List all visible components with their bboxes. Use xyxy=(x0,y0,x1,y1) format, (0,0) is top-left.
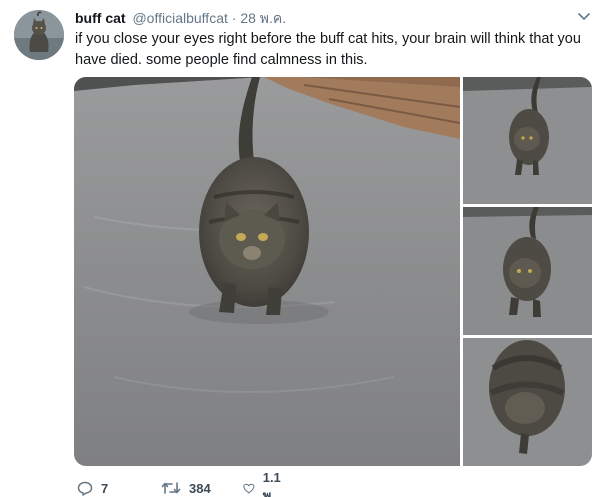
tweet-menu-button[interactable] xyxy=(576,10,592,24)
cat-avatar-icon xyxy=(14,10,64,60)
user-handle[interactable]: @officialbuffcat xyxy=(132,10,227,26)
media-thumbnail-3[interactable] xyxy=(463,338,592,466)
retweet-button[interactable]: 384 xyxy=(161,481,211,496)
media-main-photo[interactable] xyxy=(74,77,460,466)
cat-far-image xyxy=(463,77,592,204)
media-grid xyxy=(74,77,592,466)
display-name[interactable]: buff cat xyxy=(75,10,126,26)
tweet-header: buff cat @officialbuffcat · 28 พ.ค. xyxy=(75,9,286,27)
media-thumbnail-1[interactable] xyxy=(463,77,592,204)
like-button[interactable]: 1.1 พ. xyxy=(243,470,286,497)
retweet-count: 384 xyxy=(189,480,211,496)
cat-walking-image xyxy=(74,77,460,466)
separator-dot: · xyxy=(231,10,237,26)
avatar[interactable] xyxy=(14,10,64,60)
media-thumbnail-2[interactable] xyxy=(463,207,592,335)
tweet: buff cat @officialbuffcat · 28 พ.ค. if y… xyxy=(0,0,600,497)
heart-icon xyxy=(243,483,255,493)
cat-closer-image xyxy=(463,207,592,335)
chevron-down-icon xyxy=(578,13,590,21)
like-count: 1.1 พ. xyxy=(262,470,281,497)
reply-count: 7 xyxy=(101,480,109,496)
reply-button[interactable]: 7 xyxy=(77,481,108,496)
cat-close-up-image xyxy=(463,338,592,466)
reply-icon xyxy=(77,481,93,496)
timestamp[interactable]: 28 พ.ค. xyxy=(240,10,286,26)
retweet-icon xyxy=(161,482,181,494)
tweet-text: if you close your eyes right before the … xyxy=(75,31,581,68)
